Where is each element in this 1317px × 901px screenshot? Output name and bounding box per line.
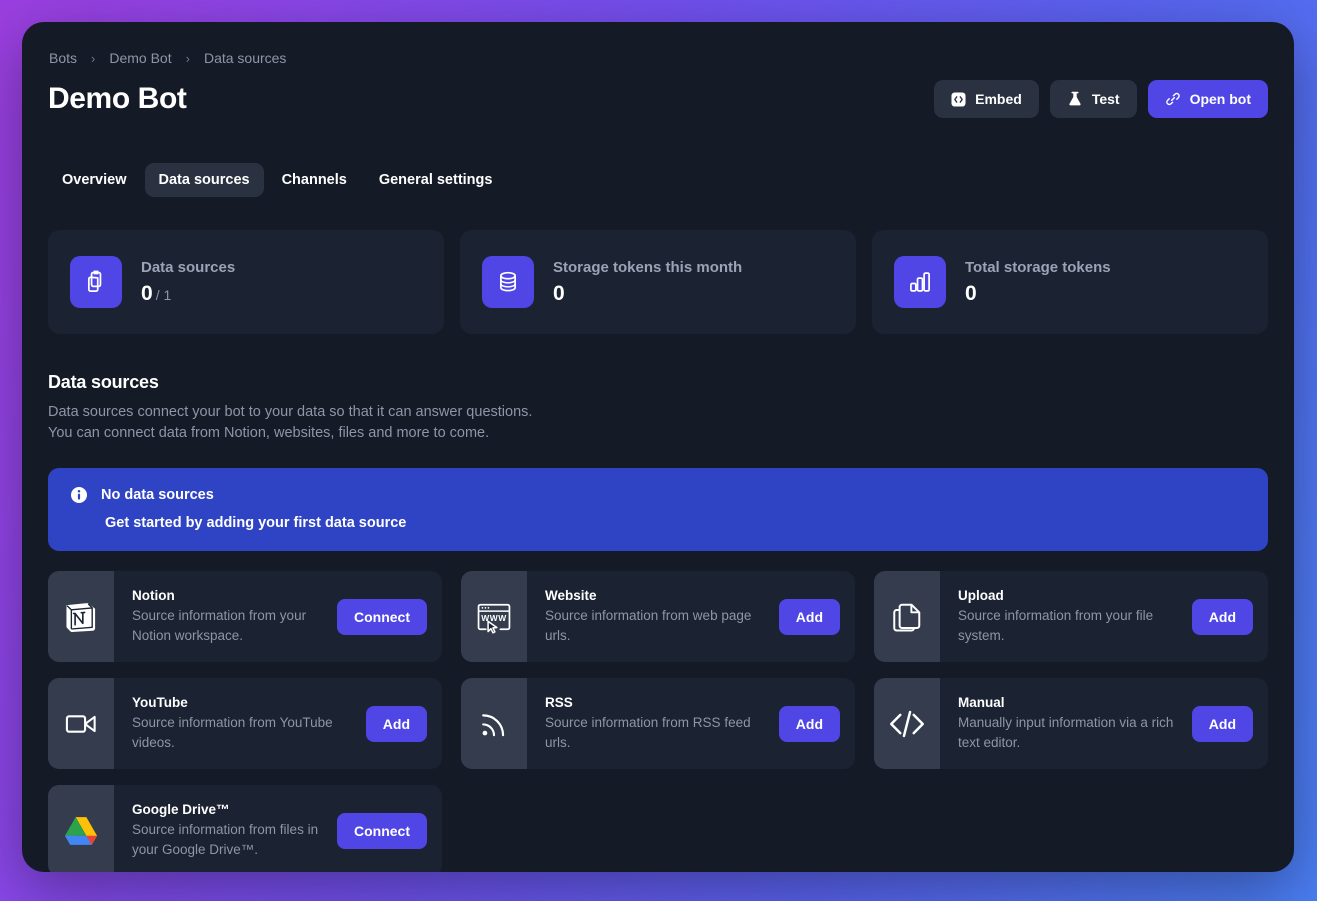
- source-name: Website: [545, 587, 597, 603]
- bar-chart-icon: [894, 256, 946, 308]
- stat-label: Data sources: [141, 258, 236, 276]
- source-name: Upload: [958, 587, 1004, 603]
- header-actions: Embed Test Open bot: [934, 80, 1268, 118]
- breadcrumb-separator: ›: [185, 50, 190, 66]
- test-button-label: Test: [1091, 91, 1120, 107]
- open-bot-button-label: Open bot: [1189, 91, 1251, 107]
- source-description: Source information from YouTube videos.: [132, 714, 333, 750]
- file-upload-icon: [874, 571, 940, 662]
- source-name: Manual: [958, 694, 1005, 710]
- section-description: Data sources connect your bot to your da…: [48, 404, 533, 441]
- test-button[interactable]: Test: [1049, 80, 1137, 118]
- source-card-rss: RSS Source information from RSS feed url…: [461, 678, 855, 769]
- link-icon: [1165, 91, 1181, 107]
- connect-notion-button[interactable]: Connect: [337, 598, 427, 635]
- add-manual-button[interactable]: Add: [1191, 705, 1253, 742]
- flask-icon: [1067, 91, 1083, 107]
- app-panel: Bots › Demo Bot › Data sources Demo Bot …: [22, 22, 1294, 872]
- info-icon: [70, 486, 88, 504]
- data-sources-section-header: Data sources Data sources connect your b…: [48, 372, 1268, 444]
- breadcrumb-separator: ›: [91, 50, 96, 66]
- source-card-google-drive: Google Drive™ Source information from fi…: [48, 785, 442, 872]
- source-description: Source information from web page urls.: [545, 607, 752, 643]
- add-upload-button[interactable]: Add: [1191, 598, 1253, 635]
- rss-icon: [461, 678, 527, 769]
- no-data-sources-alert: No data sources Get started by adding yo…: [48, 468, 1268, 551]
- breadcrumb: Bots › Demo Bot › Data sources: [49, 48, 1268, 68]
- add-rss-button[interactable]: Add: [778, 705, 840, 742]
- source-name: YouTube: [132, 694, 188, 710]
- embed-button-label: Embed: [975, 91, 1022, 107]
- copy-documents-icon: [70, 256, 122, 308]
- page-title: Demo Bot: [48, 82, 187, 115]
- stat-card-data-sources: Data sources 0 / 1: [48, 230, 444, 334]
- stat-value-group: 0: [965, 282, 1111, 306]
- code-brackets-icon: [874, 678, 940, 769]
- add-youtube-button[interactable]: Add: [365, 705, 427, 742]
- notion-icon: [48, 571, 114, 662]
- tab-bar: Overview Data sources Channels General s…: [48, 162, 1268, 198]
- alert-title: No data sources: [101, 487, 214, 503]
- breadcrumb-item-data-sources[interactable]: Data sources: [204, 50, 286, 66]
- tab-overview[interactable]: Overview: [48, 163, 141, 197]
- stat-card-storage-tokens-month: Storage tokens this month 0: [460, 230, 856, 334]
- source-description: Source information from your file system…: [958, 607, 1154, 643]
- source-description: Source information from files in your Go…: [132, 821, 319, 857]
- source-description: Source information from RSS feed urls.: [545, 714, 751, 750]
- source-card-website: WWW Website Source information from web …: [461, 571, 855, 662]
- breadcrumb-item-bots[interactable]: Bots: [49, 50, 77, 66]
- source-description: Source information from your Notion work…: [132, 607, 307, 643]
- stat-value: 0: [553, 281, 565, 305]
- stats-row: Data sources 0 / 1 Storage tokens this m…: [48, 230, 1268, 334]
- stat-label: Storage tokens this month: [553, 258, 743, 276]
- section-title: Data sources: [48, 372, 159, 392]
- tab-channels[interactable]: Channels: [268, 163, 361, 197]
- alert-body: Get started by adding your first data so…: [105, 515, 407, 531]
- google-drive-icon: [48, 785, 114, 872]
- code-embed-icon: [951, 91, 966, 107]
- source-card-upload: Upload Source information from your file…: [874, 571, 1268, 662]
- stat-label: Total storage tokens: [965, 258, 1111, 276]
- add-website-button[interactable]: Add: [778, 598, 840, 635]
- stat-value-group: 0 / 1: [141, 282, 235, 306]
- embed-button[interactable]: Embed: [934, 80, 1039, 118]
- tab-general-settings[interactable]: General settings: [365, 163, 507, 197]
- source-description: Manually input information via a rich te…: [958, 714, 1174, 750]
- database-icon: [482, 256, 534, 308]
- header-row: Demo Bot Embed Test Open bot: [48, 80, 1268, 132]
- stat-value: 0: [141, 281, 153, 305]
- source-name: Notion: [132, 587, 175, 603]
- open-bot-button[interactable]: Open bot: [1147, 80, 1268, 118]
- stat-value-group: 0: [553, 282, 742, 306]
- browser-www-icon: WWW: [461, 571, 527, 662]
- stat-card-total-storage-tokens: Total storage tokens 0: [872, 230, 1268, 334]
- video-camera-icon: [48, 678, 114, 769]
- source-card-notion: Notion Source information from your Noti…: [48, 571, 442, 662]
- stat-value: 0: [965, 281, 977, 305]
- svg-text:WWW: WWW: [481, 613, 507, 623]
- source-cards-grid: Notion Source information from your Noti…: [48, 571, 1268, 872]
- source-card-manual: Manual Manually input information via a …: [874, 678, 1268, 769]
- stat-subvalue: / 1: [155, 286, 172, 303]
- source-name: Google Drive™: [132, 801, 230, 817]
- tab-data-sources[interactable]: Data sources: [144, 163, 264, 197]
- connect-google-drive-button[interactable]: Connect: [337, 812, 427, 849]
- source-card-youtube: YouTube Source information from YouTube …: [48, 678, 442, 769]
- breadcrumb-item-demo-bot[interactable]: Demo Bot: [109, 50, 171, 66]
- source-name: RSS: [545, 694, 573, 710]
